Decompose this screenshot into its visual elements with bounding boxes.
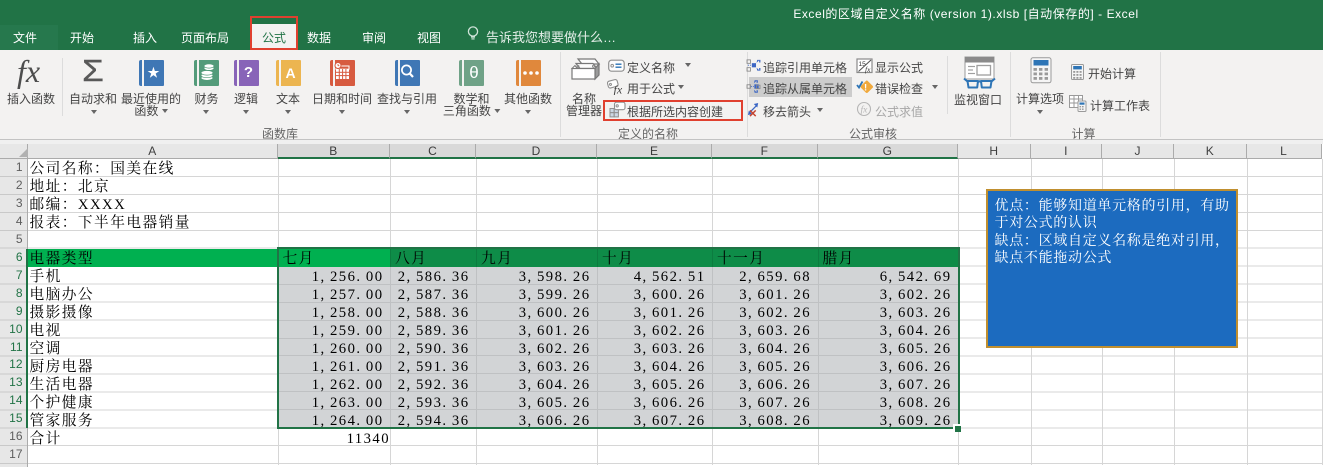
svg-text:fx: fx xyxy=(861,105,869,116)
svg-text:fx: fx xyxy=(614,83,623,96)
svg-text:!: ! xyxy=(864,82,867,93)
svg-text:fx: fx xyxy=(865,65,871,74)
